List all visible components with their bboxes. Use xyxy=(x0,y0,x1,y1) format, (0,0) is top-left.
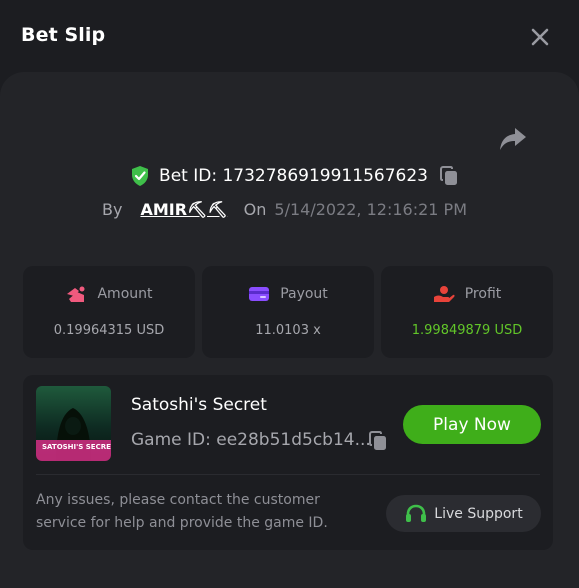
bet-date: 5/14/2022, 12:16:21 PM xyxy=(274,199,467,219)
header: Bet Slip xyxy=(0,0,579,72)
share-button[interactable] xyxy=(498,125,528,153)
on-label: On xyxy=(243,199,267,219)
payout-card: Payout 11.0103 x xyxy=(202,266,374,358)
copy-icon[interactable] xyxy=(439,165,459,187)
amount-icon xyxy=(67,286,85,302)
profit-hand-icon xyxy=(433,286,455,302)
divider xyxy=(36,474,540,475)
support-note: Any issues, please contact the customer … xyxy=(36,492,328,531)
game-thumbnail[interactable]: SATOSHI'S SECRET xyxy=(36,386,111,461)
payout-value: 11.0103 x xyxy=(255,323,321,338)
live-support-label: Live Support xyxy=(434,505,523,522)
by-label: By xyxy=(102,199,123,219)
close-button[interactable] xyxy=(527,24,553,50)
game-thumbnail-art: SATOSHI'S SECRET xyxy=(36,386,111,461)
profit-card: Profit 1.99849879 USD xyxy=(381,266,553,358)
user-link[interactable]: AMIR⛏⛏ xyxy=(140,200,227,219)
profit-label: Profit xyxy=(464,286,502,302)
bet-author-row: By AMIR⛏⛏ On 5/14/2022, 12:16:21 PM xyxy=(0,196,579,222)
thumbnail-text: SATOSHI'S SECRET xyxy=(42,443,111,451)
share-icon xyxy=(500,128,526,150)
game-title[interactable]: Satoshi's Secret xyxy=(131,395,267,415)
game-id: Game ID: ee28b51d5cb14... xyxy=(131,430,371,450)
live-support-button[interactable]: Live Support xyxy=(386,495,541,532)
amount-value: 0.19964315 USD xyxy=(53,323,165,338)
profit-value: 1.99849879 USD xyxy=(411,323,523,338)
amount-label: Amount xyxy=(97,286,153,302)
bet-id-row: Bet ID: 1732786919911567623 xyxy=(0,162,579,190)
page-title: Bet Slip xyxy=(21,24,106,46)
bet-id: Bet ID: 1732786919911567623 xyxy=(159,166,428,186)
shield-check-icon xyxy=(132,166,149,186)
play-now-button[interactable]: Play Now xyxy=(403,405,541,444)
amount-card: Amount 0.19964315 USD xyxy=(23,266,195,358)
game-card: SATOSHI'S SECRET Satoshi's Secret Game I… xyxy=(23,375,553,550)
headset-icon xyxy=(406,504,427,522)
card-icon xyxy=(249,287,270,301)
close-icon xyxy=(531,28,549,46)
payout-label: Payout xyxy=(280,286,328,302)
copy-game-id-icon[interactable] xyxy=(368,430,388,452)
